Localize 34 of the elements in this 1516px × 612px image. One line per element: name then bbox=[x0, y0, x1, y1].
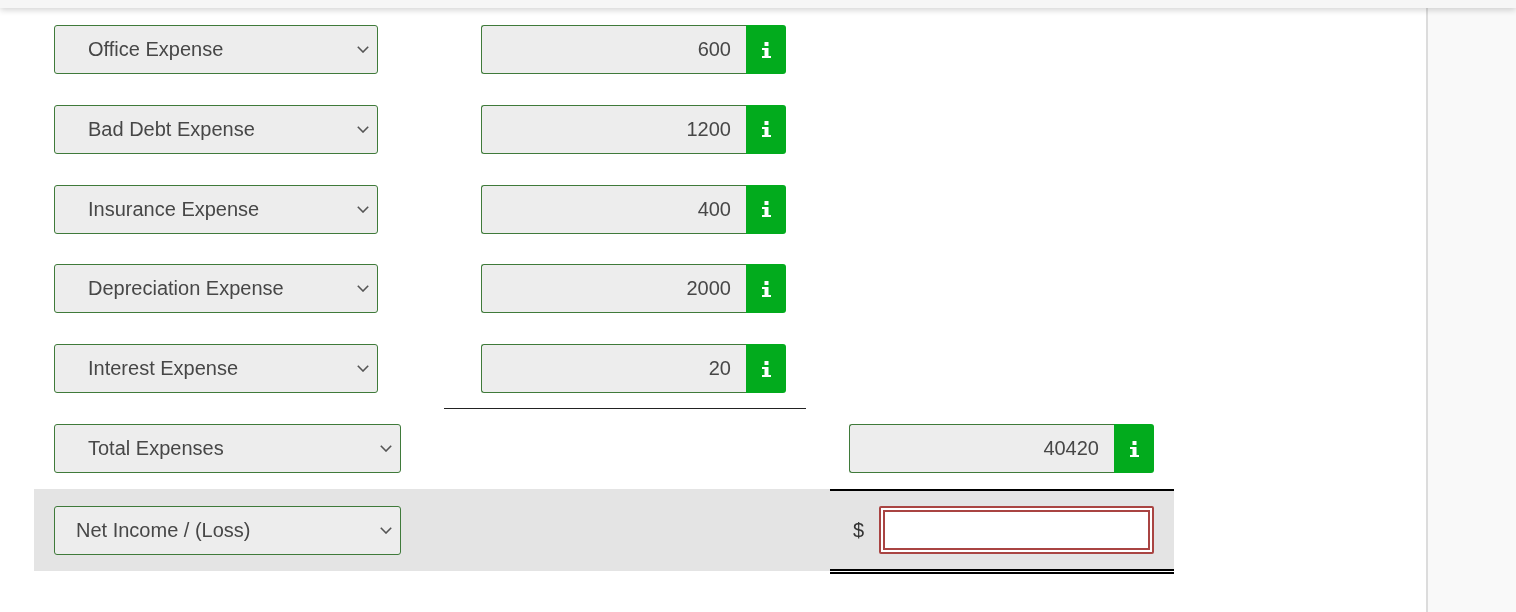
info-button[interactable] bbox=[746, 264, 786, 314]
account-dropdown[interactable]: Bad Debt Expense bbox=[54, 104, 378, 154]
chevron-down-icon bbox=[380, 527, 392, 534]
info-button[interactable] bbox=[1114, 424, 1154, 473]
account-dropdown[interactable]: Insurance Expense bbox=[54, 184, 378, 234]
info-icon bbox=[761, 121, 771, 138]
info-icon bbox=[761, 280, 771, 297]
amount-field[interactable]: 20 bbox=[481, 344, 746, 393]
info-button[interactable] bbox=[746, 25, 786, 74]
amount-field[interactable]: 2000 bbox=[481, 264, 746, 314]
chevron-down-icon bbox=[357, 46, 369, 53]
amount-field[interactable]: 40420 bbox=[849, 424, 1114, 473]
account-dropdown[interactable]: Office Expense bbox=[54, 25, 378, 74]
chevron-down-icon bbox=[380, 445, 392, 452]
chevron-down-icon bbox=[357, 205, 369, 213]
account-dropdown[interactable]: Interest Expense bbox=[54, 344, 378, 393]
account-dropdown[interactable]: Total Expenses bbox=[54, 424, 401, 473]
amount-field[interactable]: 1200 bbox=[481, 104, 746, 154]
currency-symbol: $ bbox=[853, 518, 866, 542]
amount-field[interactable]: 400 bbox=[481, 184, 746, 234]
account-dropdown[interactable]: Net Income / (Loss) bbox=[54, 506, 401, 555]
info-button[interactable] bbox=[746, 344, 786, 393]
answer-field[interactable] bbox=[879, 506, 1154, 554]
chevron-down-icon bbox=[357, 125, 369, 133]
info-button[interactable] bbox=[746, 104, 786, 154]
info-button[interactable] bbox=[746, 184, 786, 234]
chevron-down-icon bbox=[357, 365, 369, 372]
info-icon bbox=[761, 201, 771, 217]
info-icon bbox=[1129, 440, 1139, 457]
amount-field[interactable]: 600 bbox=[481, 25, 746, 74]
account-dropdown[interactable]: Depreciation Expense bbox=[54, 264, 378, 314]
info-icon bbox=[761, 41, 771, 58]
info-icon bbox=[761, 360, 771, 377]
chevron-down-icon bbox=[357, 285, 369, 293]
